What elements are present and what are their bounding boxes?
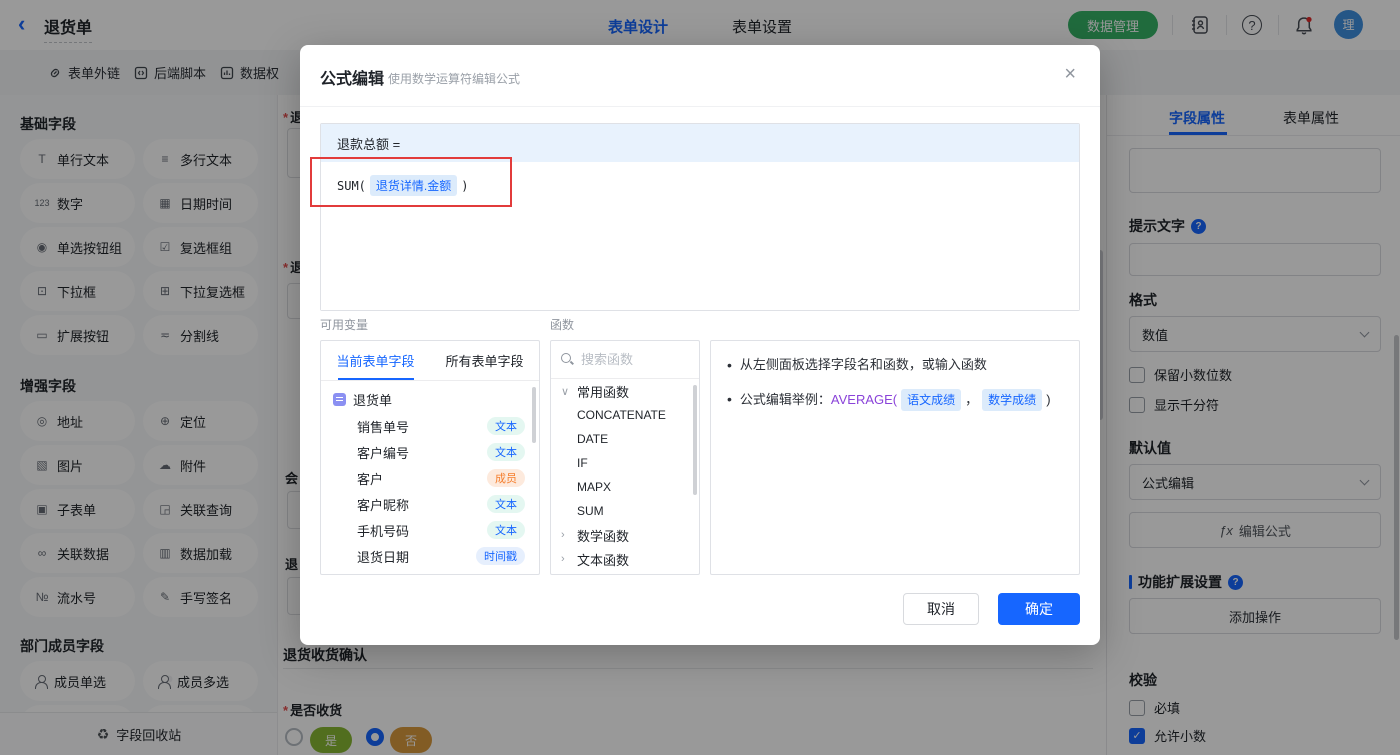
functions-label: 函数: [550, 318, 575, 332]
type-tag: 文本: [487, 443, 525, 461]
function-item[interactable]: SUM: [551, 499, 699, 523]
variable-item[interactable]: 客户编号 文本: [321, 439, 539, 465]
help-panel: • 从左侧面板选择字段名和函数，或输入函数 • 公式编辑举例：AVERAGE(语文…: [710, 340, 1080, 575]
modal-header: 公式编辑 使用数学运算符编辑公式 ×: [300, 45, 1100, 107]
cancel-button[interactable]: 取消: [903, 593, 979, 625]
example-chip: 数学成绩: [982, 389, 1043, 411]
modal-title: 公式编辑: [320, 71, 385, 88]
tab-current-form-fields[interactable]: 当前表单字段: [321, 341, 430, 380]
tab-all-form-fields[interactable]: 所有表单字段: [430, 341, 539, 380]
function-search[interactable]: [551, 341, 699, 379]
formula-body[interactable]: SUM(退货详情.金额): [321, 162, 1079, 310]
functions-panel: ∨常用函数 CONCATENATE DATE IF MAPX SUM ›数学函数…: [550, 340, 700, 575]
type-tag: 文本: [487, 495, 525, 513]
modal-subtitle: 使用数学运算符编辑公式: [388, 72, 521, 86]
variables-panel: 当前表单字段 所有表单字段 退货单 销售单号 文本 客户编号 文本 客户 成员 客户昵…: [320, 340, 540, 575]
function-item[interactable]: CONCATENATE: [551, 403, 699, 427]
type-tag: 成员: [487, 469, 525, 487]
variable-item[interactable]: 退货日期 时间戳: [321, 543, 539, 569]
help-tip-2: • 公式编辑举例：AVERAGE(语文成绩，数学成绩): [727, 389, 1065, 411]
function-group-common[interactable]: ∨ 常用函数: [551, 379, 699, 403]
function-search-input[interactable]: [581, 352, 681, 367]
formula-field-chip[interactable]: 退货详情.金额: [369, 175, 458, 196]
caret-right-icon: ›: [561, 553, 565, 565]
close-icon[interactable]: ×: [1064, 63, 1076, 86]
functions-scrollbar[interactable]: [693, 385, 697, 495]
function-group-text[interactable]: › 文本函数: [551, 547, 699, 571]
form-doc-icon: [333, 392, 346, 406]
formula-target: 退款总额 =: [321, 124, 1079, 162]
formula-edit-modal: 公式编辑 使用数学运算符编辑公式 × 退款总额 = SUM(退货详情.金额) 可…: [300, 45, 1100, 645]
function-item[interactable]: DATE: [551, 427, 699, 451]
confirm-button[interactable]: 确定: [998, 593, 1080, 625]
caret-down-icon: ∨: [561, 385, 570, 398]
function-item[interactable]: IF: [551, 451, 699, 475]
search-icon: [561, 353, 574, 366]
variables-form-node[interactable]: 退货单: [321, 385, 539, 413]
type-tag: 文本: [487, 521, 525, 539]
variables-label: 可用变量: [320, 318, 369, 332]
formula-function-close: ): [461, 179, 469, 193]
help-tip-1: • 从左侧面板选择字段名和函数，或输入函数: [727, 357, 987, 373]
variable-item[interactable]: 客户昵称 文本: [321, 491, 539, 517]
formula-function-open: SUM(: [337, 179, 366, 193]
variables-tree: 退货单 销售单号 文本 客户编号 文本 客户 成员 客户昵称 文本 手机号码 文本 退货日…: [321, 381, 539, 574]
function-group-math[interactable]: › 数学函数: [551, 523, 699, 547]
function-item[interactable]: MAPX: [551, 475, 699, 499]
example-chip: 语文成绩: [901, 389, 962, 411]
variables-scrollbar[interactable]: [532, 387, 536, 443]
variable-item[interactable]: 客户 成员: [321, 465, 539, 491]
formula-editor[interactable]: 退款总额 = SUM(退货详情.金额): [320, 123, 1080, 311]
variables-tabs: 当前表单字段 所有表单字段: [321, 341, 539, 381]
variable-item[interactable]: 销售单号 文本: [321, 413, 539, 439]
example-function: AVERAGE(: [830, 392, 898, 407]
type-tag: 文本: [487, 417, 525, 435]
variable-item[interactable]: 手机号码 文本: [321, 517, 539, 543]
type-tag: 时间戳: [476, 547, 525, 565]
caret-right-icon: ›: [561, 529, 565, 541]
